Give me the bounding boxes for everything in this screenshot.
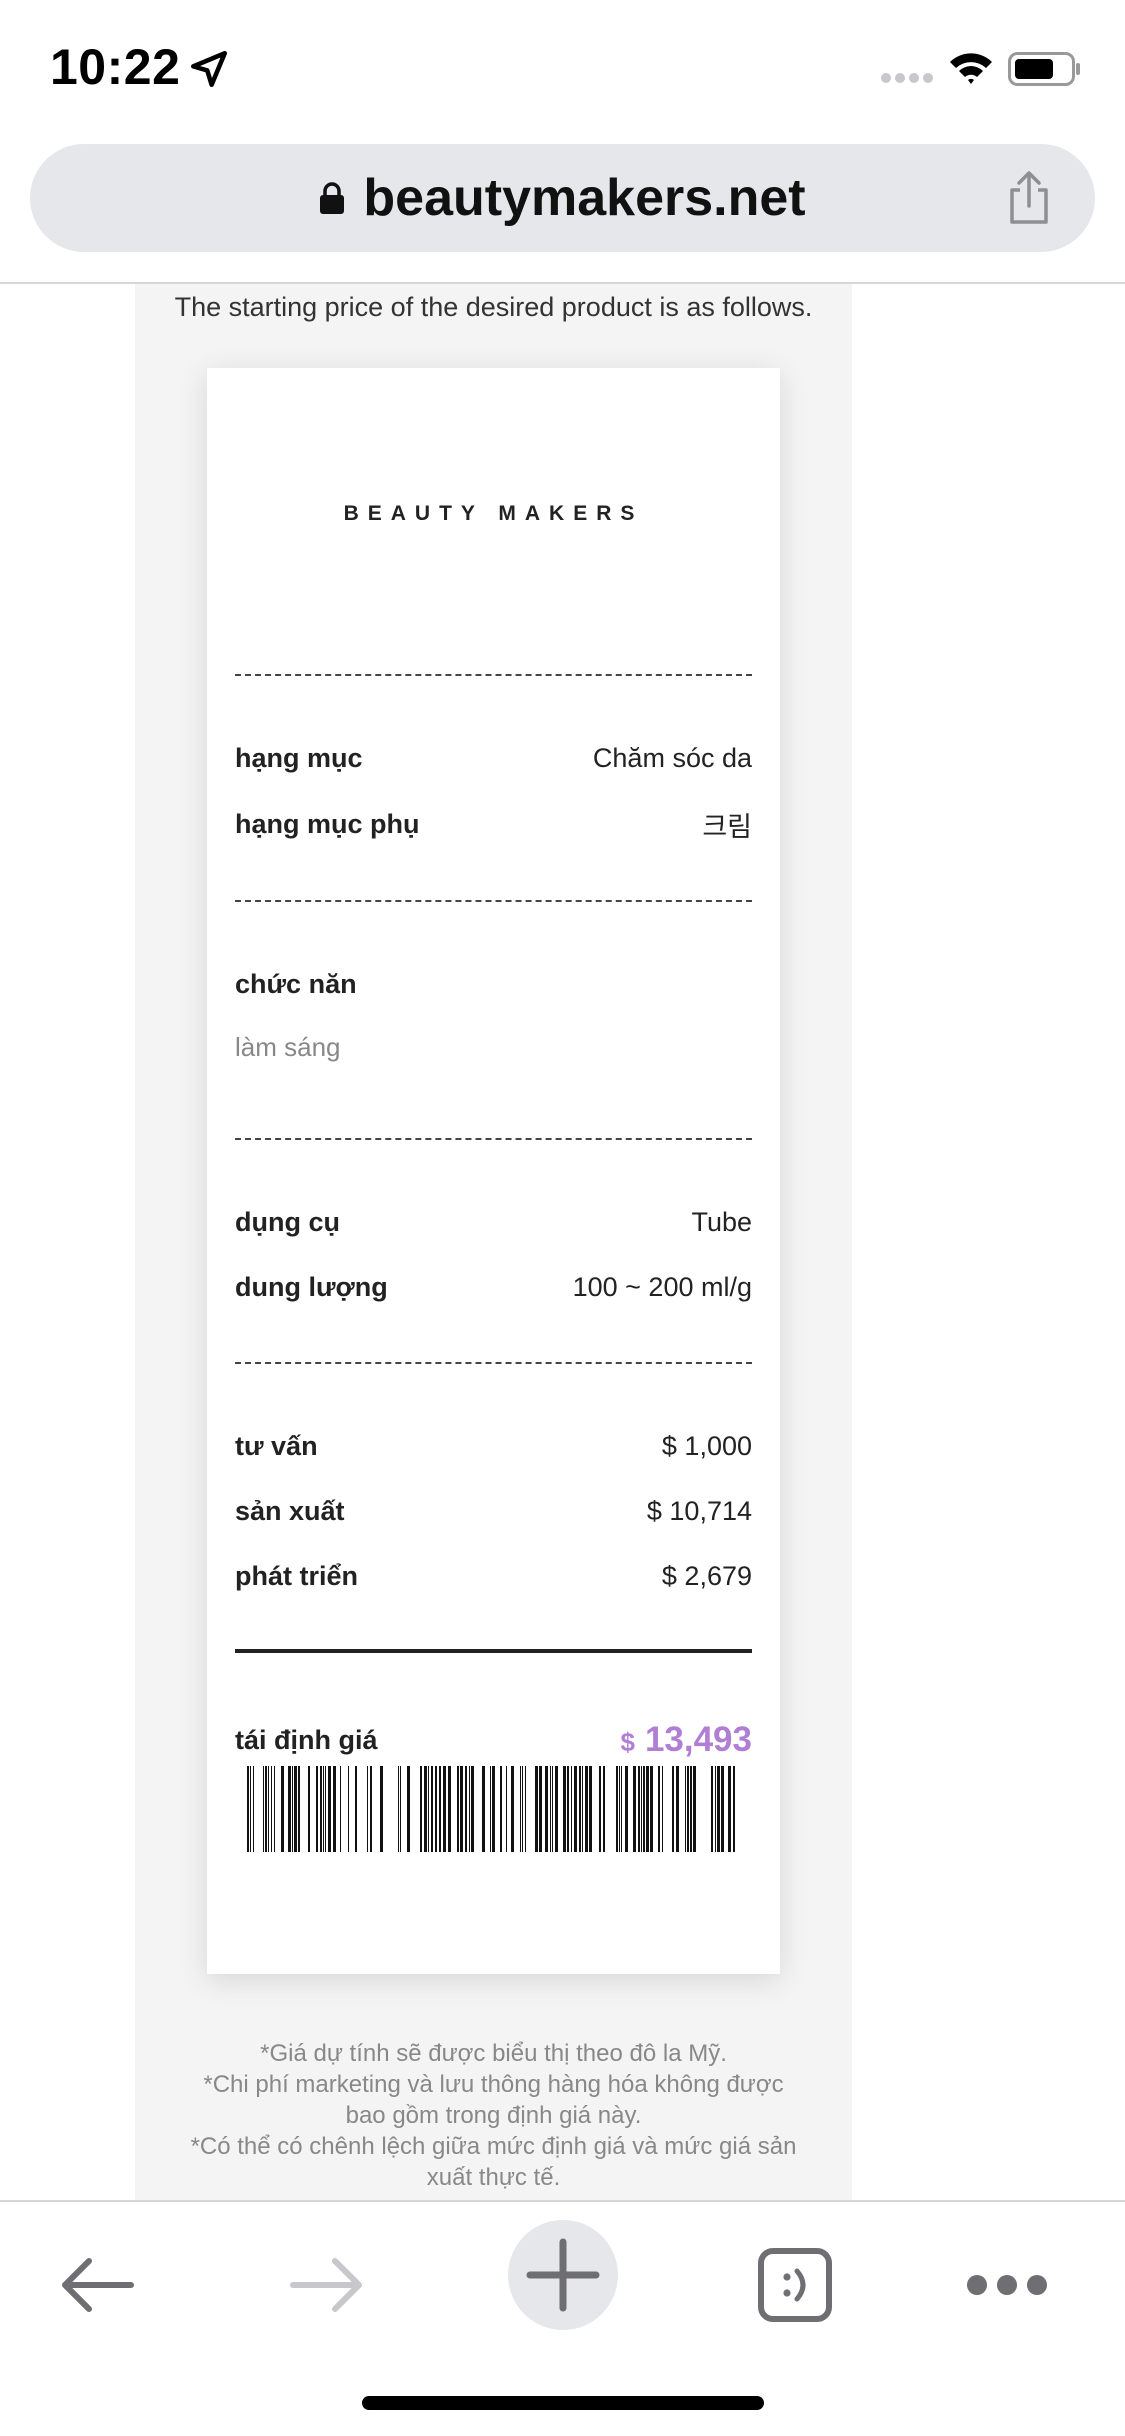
dashed-divider	[235, 1138, 752, 1140]
capacity-value: 100 ~ 200 ml/g	[572, 1271, 752, 1302]
address-bar[interactable]: beautymakers.net	[30, 144, 1095, 252]
battery-icon	[1008, 52, 1080, 86]
production-row: sản xuất $ 10,714	[235, 1491, 752, 1531]
subcategory-value: 크림	[702, 811, 752, 842]
more-icon	[967, 2275, 1047, 2295]
url-text: beautymakers.net	[363, 169, 806, 227]
total-divider	[235, 1649, 752, 1653]
production-label: sản xuất	[235, 1495, 345, 1526]
status-bar: 10:22	[0, 0, 1125, 140]
back-button[interactable]	[42, 2230, 152, 2340]
tabs-button[interactable]	[740, 2230, 850, 2340]
total-price: $ 13,493	[620, 1720, 752, 1760]
development-row: phát triển $ 2,679	[235, 1556, 752, 1596]
lock-icon	[320, 182, 345, 214]
wifi-icon	[950, 53, 992, 84]
function-label: chức năn	[235, 968, 357, 999]
total-currency: $	[620, 1727, 635, 1757]
development-value: $ 2,679	[661, 1560, 752, 1591]
consulting-label: tư vấn	[235, 1430, 318, 1461]
container-value: Tube	[691, 1206, 752, 1237]
category-row: hạng mục Chăm sóc da	[235, 738, 752, 778]
new-tab-button[interactable]	[508, 2220, 618, 2330]
home-indicator	[362, 2396, 764, 2410]
more-button[interactable]	[952, 2230, 1062, 2340]
development-label: phát triển	[235, 1560, 359, 1591]
function-row: chức năn	[235, 964, 752, 1004]
subcategory-row: hạng mục phụ 크림	[235, 804, 752, 844]
subcategory-label: hạng mục phụ	[235, 808, 420, 839]
plus-icon	[526, 2238, 600, 2312]
barcode-icon	[247, 1766, 735, 1852]
footnote-line: *Chi phí marketing và lưu thông hàng hóa…	[203, 2071, 784, 2129]
total-amount: 13,493	[644, 1720, 752, 1759]
footnote-line: *Có thể có chênh lệch giữa mức định giá …	[190, 2133, 797, 2191]
category-label: hạng mục	[235, 742, 363, 773]
dashed-divider	[235, 674, 752, 676]
production-value: $ 10,714	[646, 1495, 752, 1526]
price-receipt: BEAUTY MAKERS hạng mục Chăm sóc da hạng …	[207, 368, 780, 1974]
function-value: làm sáng	[235, 1032, 341, 1062]
forward-button[interactable]	[272, 2230, 382, 2340]
tabs-icon	[758, 2248, 832, 2322]
consulting-value: $ 1,000	[661, 1430, 752, 1461]
location-arrow-icon	[190, 50, 228, 88]
dashed-divider	[235, 900, 752, 902]
footnotes: *Giá dự tính sẽ được biểu thị theo đô la…	[135, 2038, 852, 2193]
browser-toolbar	[0, 2200, 1125, 2436]
capacity-row: dung lượng 100 ~ 200 ml/g	[235, 1267, 752, 1307]
share-icon[interactable]	[1005, 170, 1053, 226]
cellular-signal-icon	[881, 73, 933, 83]
consulting-row: tư vấn $ 1,000	[235, 1426, 752, 1466]
intro-text: The starting price of the desired produc…	[174, 292, 813, 322]
brand-logo: BEAUTY MAKERS	[343, 502, 644, 525]
total-label: tái định giá	[235, 1724, 378, 1755]
dashed-divider	[235, 1362, 752, 1364]
footnote-line: *Giá dự tính sẽ được biểu thị theo đô la…	[260, 2040, 727, 2067]
capacity-label: dung lượng	[235, 1271, 388, 1302]
total-row: tái định giá $ 13,493	[235, 1715, 752, 1765]
page-content: The starting price of the desired produc…	[135, 284, 852, 2202]
container-row: dụng cụ Tube	[235, 1202, 752, 1242]
status-time: 10:22	[50, 39, 181, 95]
back-arrow-icon	[62, 2258, 134, 2312]
category-value: Chăm sóc da	[592, 742, 752, 773]
container-label: dụng cụ	[235, 1206, 340, 1237]
forward-arrow-icon	[290, 2258, 362, 2312]
